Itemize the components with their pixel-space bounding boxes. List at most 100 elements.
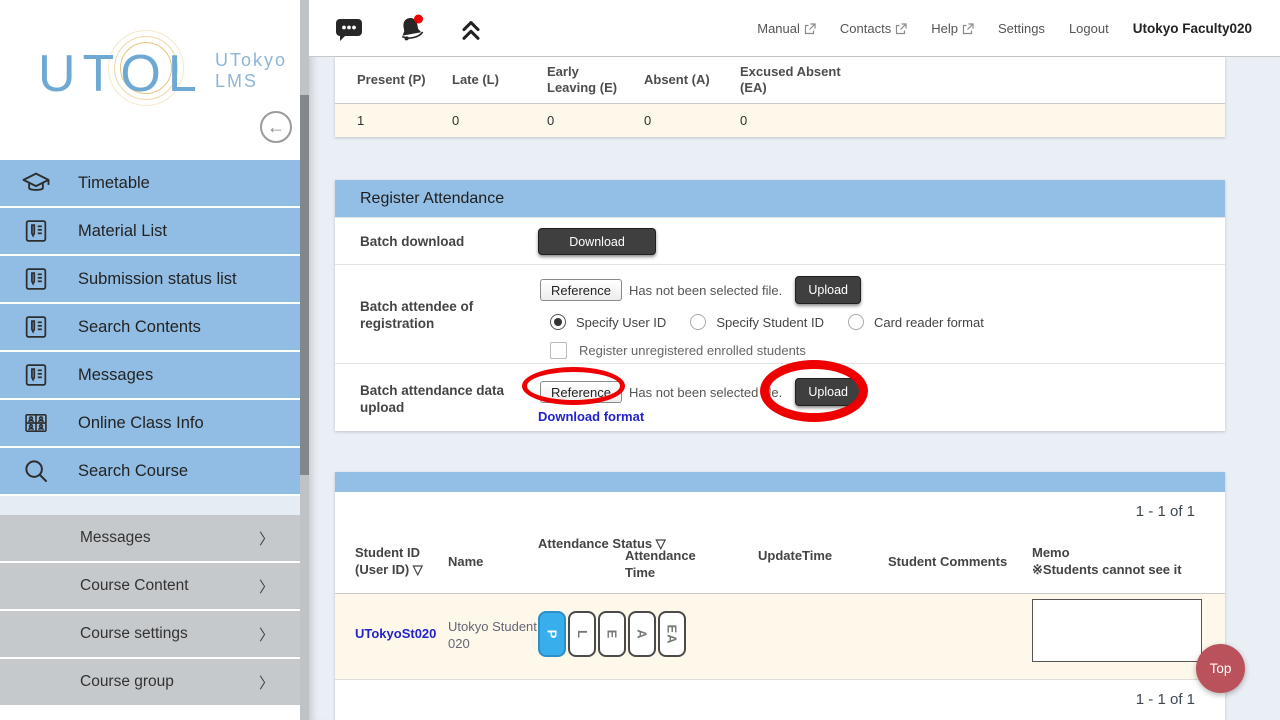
notification-bell-icon[interactable] xyxy=(393,11,429,47)
summary-value-row: 1 0 0 0 0 xyxy=(335,104,1225,137)
reference-button[interactable]: Reference xyxy=(540,279,622,301)
sidebar-item-course-group[interactable]: Course group 〉 xyxy=(0,659,300,707)
memo-textarea[interactable] xyxy=(1032,599,1202,662)
early-leaving-count: 0 xyxy=(547,113,644,128)
topbar-links: Manual Contacts Help Settings Logout Uto… xyxy=(757,0,1252,57)
checkbox-label: Register unregistered enrolled students xyxy=(579,343,806,358)
radio-label: Specify User ID xyxy=(576,315,666,330)
download-button[interactable]: Download xyxy=(538,228,656,255)
no-file-selected-text: Has not been selected file. xyxy=(629,385,782,400)
chevron-right-icon: 〉 xyxy=(259,672,274,693)
clipboard-icon xyxy=(20,215,52,247)
sidebar-item-label: Online Class Info xyxy=(78,414,204,433)
reference-button[interactable]: Reference xyxy=(540,381,622,403)
sidebar-item-online-class-info[interactable]: Online Class Info xyxy=(0,400,300,448)
sidebar-nav: Timetable Material List Submission statu… xyxy=(0,160,300,707)
id-format-radio-group: Specify User ID Specify Student ID Card … xyxy=(550,314,998,330)
sidebar-item-course-settings[interactable]: Course settings 〉 xyxy=(0,611,300,659)
sidebar-item-label: Course Content xyxy=(80,577,189,595)
summary-header: Absent (A) xyxy=(644,72,740,88)
summary-header: Present (P) xyxy=(357,72,452,88)
update-time-header: UpdateTime xyxy=(758,547,834,564)
utol-logo: UTOL xyxy=(38,44,204,104)
chevron-right-icon: 〉 xyxy=(259,528,274,549)
status-button-absent[interactable]: A xyxy=(628,611,656,657)
contacts-link[interactable]: Contacts xyxy=(840,21,907,36)
status-button-late[interactable]: L xyxy=(568,611,596,657)
sidebar-item-course-messages[interactable]: Messages 〉 xyxy=(0,515,300,563)
table-row: UTokyoSt020 Utokyo Student020 P L E A EA xyxy=(335,594,1225,680)
register-attendance-section: Register Attendance Batch download Downl… xyxy=(335,180,1225,431)
status-button-excused-absent[interactable]: EA xyxy=(658,611,686,657)
manual-link[interactable]: Manual xyxy=(757,21,816,36)
scrollbar-thumb[interactable] xyxy=(300,95,309,475)
batch-download-label: Batch download xyxy=(360,233,515,250)
radio-card-reader-format[interactable] xyxy=(848,314,864,330)
sidebar-item-label: Timetable xyxy=(78,174,150,193)
sidebar-item-course-content[interactable]: Course Content 〉 xyxy=(0,563,300,611)
sidebar-item-submission-status-list[interactable]: Submission status list xyxy=(0,256,300,304)
sidebar-item-label: Messages xyxy=(78,366,153,385)
summary-header: Excused Absent (EA) xyxy=(740,64,940,96)
people-grid-icon xyxy=(20,407,52,439)
excused-absent-count: 0 xyxy=(740,113,940,128)
section-title: Register Attendance xyxy=(335,180,1225,217)
brand-text: UTOL xyxy=(38,44,204,104)
radio-specify-user-id[interactable] xyxy=(550,314,566,330)
upload-file-line: Reference Has not been selected file. Up… xyxy=(540,378,861,406)
sidebar: UTOL UTokyo LMS ← Timetable Material Lis… xyxy=(0,0,300,720)
late-count: 0 xyxy=(452,113,547,128)
upload-button[interactable]: Upload xyxy=(795,378,861,406)
topbar: Manual Contacts Help Settings Logout Uto… xyxy=(309,0,1280,57)
sidebar-scrollbar[interactable] xyxy=(300,0,309,720)
clipboard-icon xyxy=(20,359,52,391)
status-button-early-leaving[interactable]: E xyxy=(598,611,626,657)
settings-link[interactable]: Settings xyxy=(998,21,1045,36)
pagination-top: 1 - 1 of 1 xyxy=(335,492,1225,530)
radio-label: Card reader format xyxy=(874,315,984,330)
attendance-table-header: Student ID (User ID) ▽ Name Attendance S… xyxy=(335,530,1225,594)
download-format-link[interactable]: Download format xyxy=(538,409,644,424)
brand-subtitle: UTokyo LMS xyxy=(215,50,287,92)
student-id-header[interactable]: Student ID (User ID) ▽ xyxy=(355,544,423,578)
student-comments-header: Student Comments xyxy=(888,553,1007,570)
sidebar-item-messages[interactable]: Messages xyxy=(0,352,300,400)
radio-specify-student-id[interactable] xyxy=(690,314,706,330)
sidebar-item-label: Course settings xyxy=(80,625,188,643)
graduation-cap-icon xyxy=(20,167,52,199)
current-user-name: Utokyo Faculty020 xyxy=(1133,21,1252,36)
sidebar-collapse-button[interactable]: ← xyxy=(260,111,292,143)
sidebar-item-search-contents[interactable]: Search Contents xyxy=(0,304,300,352)
external-link-icon xyxy=(895,23,907,35)
clipboard-icon xyxy=(20,311,52,343)
help-link[interactable]: Help xyxy=(931,21,974,36)
upload-button[interactable]: Upload xyxy=(795,276,861,304)
pagination-bottom: 1 - 1 of 1 xyxy=(335,680,1225,718)
collapse-up-icon[interactable] xyxy=(457,15,485,43)
sidebar-item-search-course[interactable]: Search Course xyxy=(0,448,300,496)
external-link-icon xyxy=(804,23,816,35)
sidebar-item-label: Search Course xyxy=(78,462,188,481)
sidebar-divider xyxy=(0,496,300,515)
absent-count: 0 xyxy=(644,113,740,128)
summary-header-row: Present (P) Late (L) Early Leaving (E) A… xyxy=(335,57,1225,104)
batch-upload-label: Batch attendance data upload xyxy=(360,382,515,416)
status-button-present[interactable]: P xyxy=(538,611,566,657)
scroll-to-top-button[interactable]: Top xyxy=(1196,644,1245,693)
external-link-icon xyxy=(962,23,974,35)
student-name: Utokyo Student020 xyxy=(448,618,538,652)
student-id-link[interactable]: UTokyoSt020 xyxy=(355,626,436,641)
logo-area: UTOL UTokyo LMS ← xyxy=(0,0,300,160)
name-header: Name xyxy=(448,553,483,570)
batch-attendance-upload-row: Batch attendance data upload Reference H… xyxy=(335,363,1225,431)
message-icon[interactable] xyxy=(333,14,365,44)
summary-header: Late (L) xyxy=(452,72,547,88)
sidebar-item-material-list[interactable]: Material List xyxy=(0,208,300,256)
sidebar-item-timetable[interactable]: Timetable xyxy=(0,160,300,208)
register-unregistered-checkbox[interactable] xyxy=(550,342,567,359)
radio-label: Specify Student ID xyxy=(716,315,824,330)
sidebar-item-label: Submission status list xyxy=(78,270,237,289)
logout-link[interactable]: Logout xyxy=(1069,21,1109,36)
sidebar-item-label: Material List xyxy=(78,222,167,241)
main-content: Manual Contacts Help Settings Logout Uto… xyxy=(309,0,1280,720)
